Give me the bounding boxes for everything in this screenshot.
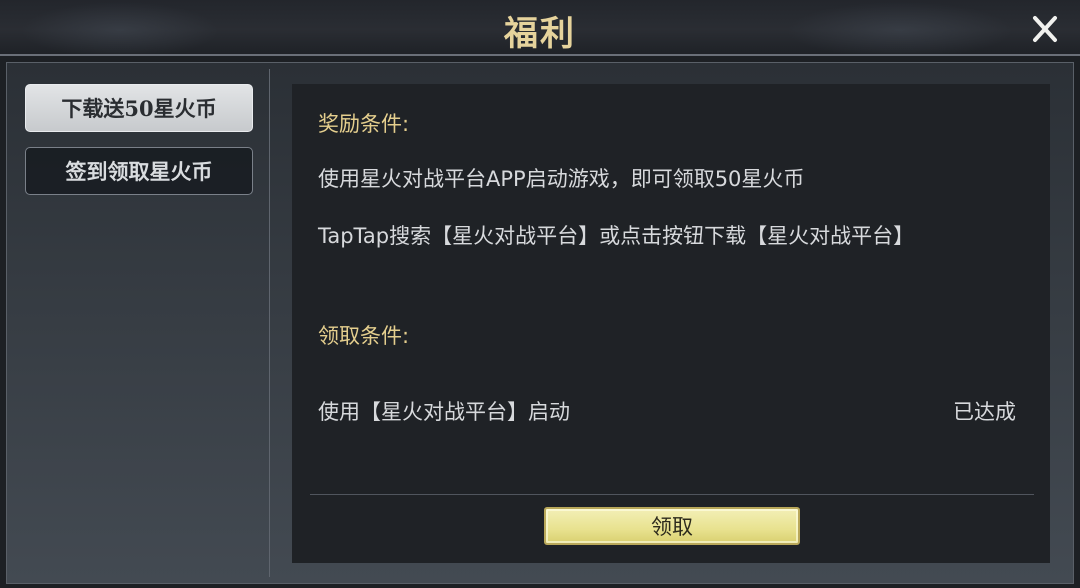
close-icon bbox=[1033, 16, 1057, 42]
content-panel: 奖励条件: 使用星火对战平台APP启动游戏，即可领取50星火币 TapTap搜索… bbox=[292, 84, 1050, 563]
sidebar: 下载送50星火币 签到领取星火币 bbox=[7, 63, 269, 583]
reward-heading: 奖励条件: bbox=[318, 112, 410, 136]
claim-condition: 使用【星火对战平台】启动 bbox=[318, 400, 570, 424]
page-title: 福利 bbox=[504, 14, 576, 54]
status-badge: 已达成 bbox=[953, 400, 1016, 424]
close-button[interactable] bbox=[1026, 12, 1064, 46]
sidebar-divider bbox=[269, 69, 270, 577]
header-bar: 福利 bbox=[0, 0, 1080, 56]
download-instructions: TapTap搜索【星火对战平台】或点击按钮下载【星火对战平台】 bbox=[318, 224, 915, 248]
main-panel: 下载送50星火币 签到领取星火币 奖励条件: 使用星火对战平台APP启动游戏，即… bbox=[6, 62, 1074, 584]
reward-description: 使用星火对战平台APP启动游戏，即可领取50星火币 bbox=[318, 167, 805, 191]
content-divider bbox=[310, 494, 1034, 495]
claim-button[interactable]: 领取 bbox=[544, 507, 800, 545]
claim-heading: 领取条件: bbox=[318, 324, 410, 348]
tab-download-reward[interactable]: 下载送50星火币 bbox=[25, 84, 253, 132]
tab-checkin-reward[interactable]: 签到领取星火币 bbox=[25, 147, 253, 195]
